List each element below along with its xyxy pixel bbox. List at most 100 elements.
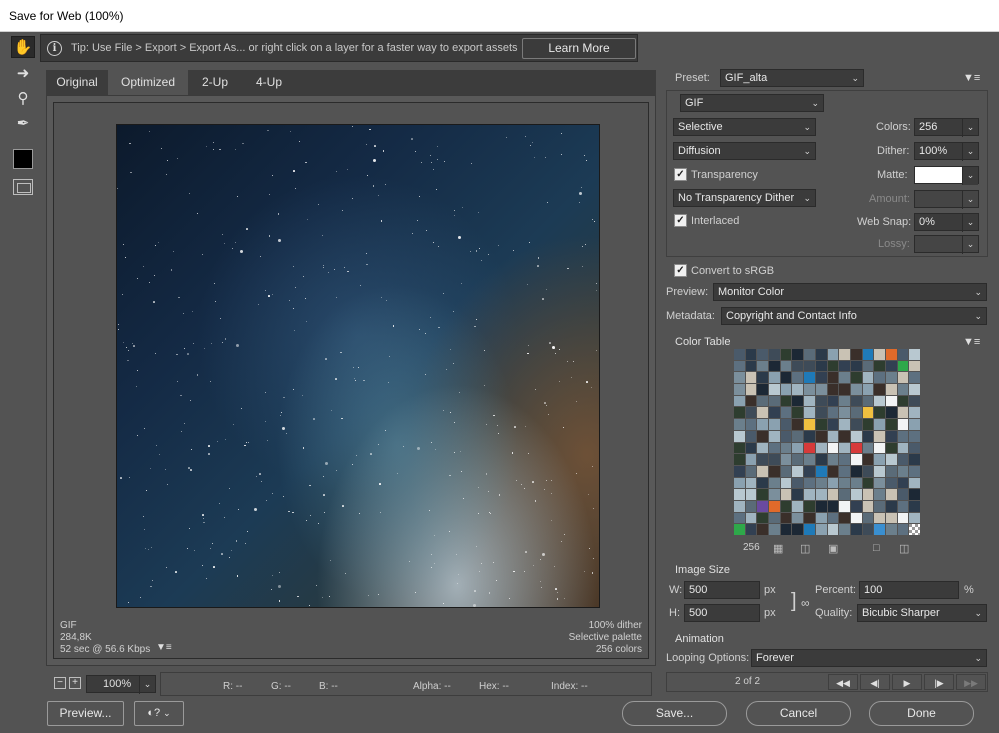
zoom-in-button[interactable]: +	[69, 677, 81, 689]
color-swatch[interactable]	[850, 419, 862, 430]
color-swatch[interactable]	[745, 465, 757, 477]
color-swatch[interactable]	[769, 360, 780, 372]
color-swatch[interactable]	[874, 512, 885, 524]
color-swatch[interactable]	[780, 349, 792, 360]
color-swatch[interactable]	[862, 419, 874, 430]
color-swatch[interactable]	[815, 395, 827, 407]
color-swatch[interactable]	[815, 500, 827, 512]
color-swatch[interactable]	[874, 407, 885, 419]
color-swatch[interactable]	[815, 407, 827, 419]
color-swatch[interactable]	[745, 395, 757, 407]
preview-button[interactable]: Preview...	[47, 701, 124, 726]
color-swatch[interactable]	[897, 500, 909, 512]
format-select[interactable]: GIF ⌄	[680, 94, 824, 112]
color-swatch[interactable]	[827, 372, 839, 384]
preview-color-select[interactable]: Monitor Color ⌄	[713, 283, 987, 301]
color-swatch[interactable]	[780, 524, 792, 535]
color-swatch[interactable]	[850, 454, 862, 465]
color-swatch[interactable]	[757, 477, 769, 489]
color-swatch[interactable]	[850, 512, 862, 524]
color-swatch[interactable]	[897, 430, 909, 442]
dither-algorithm-select[interactable]: Diffusion ⌄	[673, 142, 816, 160]
color-swatch[interactable]	[792, 465, 804, 477]
color-swatch[interactable]	[839, 430, 850, 442]
done-button[interactable]: Done	[869, 701, 974, 726]
color-swatch[interactable]	[745, 349, 757, 360]
color-swatch[interactable]	[792, 430, 804, 442]
color-swatch[interactable]	[769, 395, 780, 407]
color-swatch[interactable]	[804, 524, 815, 535]
transparency-dither-select[interactable]: No Transparency Dither ⌄	[673, 189, 816, 207]
color-swatch[interactable]	[885, 360, 897, 372]
color-swatch[interactable]	[769, 372, 780, 384]
color-swatch[interactable]	[815, 349, 827, 360]
color-swatch[interactable]	[769, 430, 780, 442]
color-swatch[interactable]	[909, 395, 920, 407]
color-swatch[interactable]	[862, 349, 874, 360]
download-speed-menu-icon[interactable]: ▼≡	[156, 642, 172, 653]
dither-amount-combo[interactable]: 100% ⌄	[914, 142, 979, 161]
browser-preview-button[interactable]: ◐? ⌄	[134, 701, 184, 726]
transparency-checkbox[interactable]: ✓	[674, 168, 687, 181]
color-swatch[interactable]	[885, 477, 897, 489]
color-swatch[interactable]	[815, 454, 827, 465]
color-swatch[interactable]	[909, 349, 920, 360]
color-swatch[interactable]	[909, 372, 920, 384]
color-swatch[interactable]	[909, 384, 920, 395]
map-web-safe-icon[interactable]: ▦	[773, 542, 783, 555]
color-swatch[interactable]	[745, 407, 757, 419]
color-swatch[interactable]	[839, 372, 850, 384]
metadata-select[interactable]: Copyright and Contact Info ⌄	[721, 307, 987, 325]
color-swatch[interactable]	[734, 430, 745, 442]
color-swatch[interactable]	[897, 524, 909, 535]
color-swatch[interactable]	[745, 500, 757, 512]
color-swatch[interactable]	[792, 372, 804, 384]
color-swatch[interactable]	[734, 465, 745, 477]
color-swatch[interactable]	[757, 407, 769, 419]
color-swatch[interactable]	[780, 465, 792, 477]
color-swatch[interactable]	[827, 419, 839, 430]
color-swatch[interactable]	[734, 489, 745, 500]
color-swatch[interactable]	[885, 442, 897, 454]
color-swatch[interactable]	[780, 384, 792, 395]
color-swatch[interactable]	[897, 372, 909, 384]
color-swatch[interactable]	[745, 384, 757, 395]
color-swatch[interactable]	[874, 372, 885, 384]
color-swatch[interactable]	[839, 500, 850, 512]
color-swatch[interactable]	[734, 419, 745, 430]
color-swatch[interactable]	[827, 512, 839, 524]
eyedropper-icon[interactable]: ✒	[11, 112, 35, 134]
color-swatch[interactable]	[757, 454, 769, 465]
color-swatch[interactable]	[850, 372, 862, 384]
color-swatch[interactable]	[757, 500, 769, 512]
color-swatch[interactable]	[839, 465, 850, 477]
color-swatch[interactable]	[745, 524, 757, 535]
color-swatch[interactable]	[792, 454, 804, 465]
looping-select[interactable]: Forever ⌄	[751, 649, 987, 667]
preset-select[interactable]: GIF_alta ⌄	[720, 69, 864, 87]
zoom-icon[interactable]: ⚲	[11, 87, 35, 109]
color-swatch[interactable]	[885, 454, 897, 465]
color-swatch[interactable]	[885, 372, 897, 384]
color-swatch[interactable]	[769, 477, 780, 489]
color-swatch[interactable]	[734, 349, 745, 360]
color-swatch[interactable]	[862, 372, 874, 384]
color-swatch[interactable]	[827, 384, 839, 395]
color-swatch[interactable]	[804, 407, 815, 419]
color-table-grid[interactable]	[734, 349, 920, 535]
color-swatch[interactable]	[792, 442, 804, 454]
color-swatch[interactable]	[827, 477, 839, 489]
color-swatch[interactable]	[804, 454, 815, 465]
color-swatch[interactable]	[769, 384, 780, 395]
color-swatch[interactable]	[862, 500, 874, 512]
color-swatch[interactable]	[909, 407, 920, 419]
color-swatch[interactable]	[909, 500, 920, 512]
color-swatch[interactable]	[885, 407, 897, 419]
cancel-button[interactable]: Cancel	[746, 701, 851, 726]
color-swatch[interactable]	[792, 489, 804, 500]
color-swatch[interactable]	[897, 454, 909, 465]
tab-4-up[interactable]: 4-Up	[242, 70, 296, 95]
amount-combo[interactable]: ⌄	[914, 190, 979, 209]
eyedropper-color-swatch[interactable]	[13, 149, 33, 169]
color-swatch[interactable]	[792, 360, 804, 372]
